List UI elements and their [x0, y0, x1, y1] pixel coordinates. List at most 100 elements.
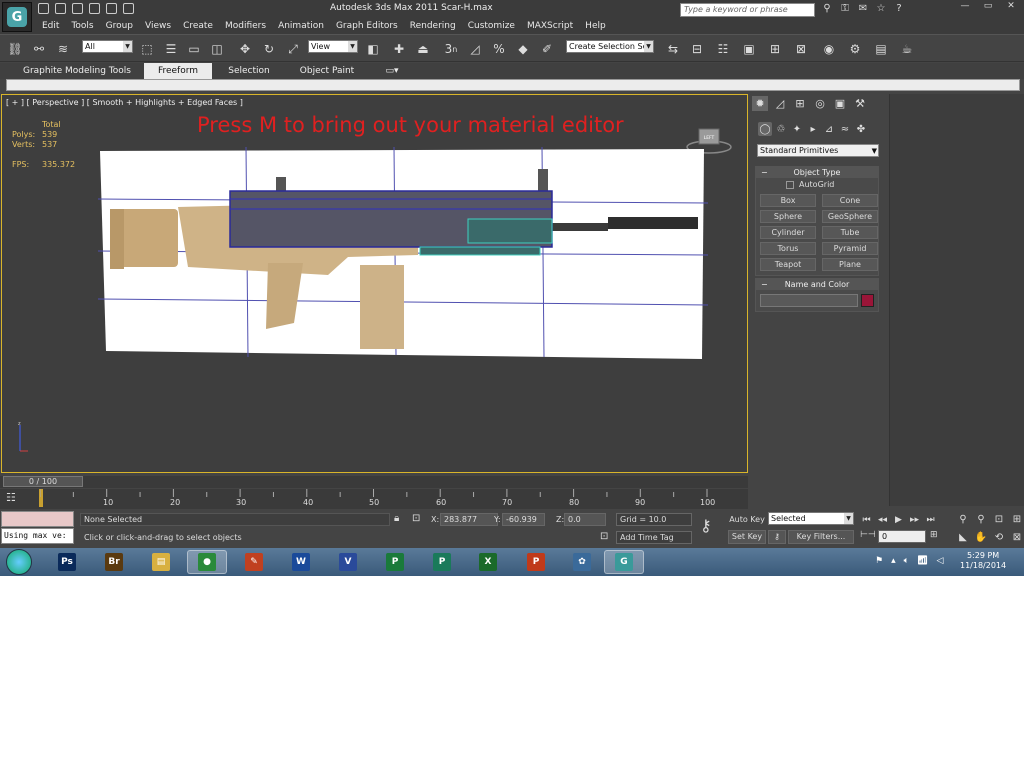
zoom-icon[interactable]: ⚲	[955, 512, 971, 528]
helpers-icon[interactable]: ⊿	[822, 122, 836, 136]
undo-icon[interactable]	[89, 3, 100, 14]
project-folder-icon[interactable]	[123, 3, 134, 14]
ribbon-options-icon[interactable]: ▭▾	[378, 63, 406, 79]
taskbar-chrome[interactable]: ●	[187, 550, 227, 574]
cameras-icon[interactable]: ▸	[806, 122, 820, 136]
spinner-snap-icon[interactable]: ◆	[514, 40, 532, 58]
go-to-start-icon[interactable]: ⏮	[860, 514, 873, 526]
communication-icon[interactable]: ✉	[856, 3, 870, 14]
curve-editor-icon[interactable]: ⊞	[766, 40, 784, 58]
taskbar-explorer[interactable]: ▤	[141, 550, 181, 574]
primitives-dropdown[interactable]: Standard Primitives ▼	[757, 144, 879, 157]
menu-edit[interactable]: Edit	[36, 19, 65, 33]
percent-snap-icon[interactable]: %	[490, 40, 508, 58]
select-and-link-icon[interactable]: ⛓	[6, 40, 24, 58]
reference-coordinate-dropdown[interactable]: View ▼	[308, 40, 358, 53]
taskbar-excel[interactable]: X	[468, 550, 508, 574]
name-and-color-header[interactable]: − Name and Color	[756, 279, 878, 290]
named-selection-dropdown[interactable]: Create Selection Se ▼	[566, 40, 654, 53]
perspective-viewport[interactable]: [ + ] [ Perspective ] [ Smooth + Highlig…	[1, 94, 748, 473]
maximize-viewport-icon[interactable]: ⊠	[1009, 530, 1024, 546]
taskbar-3dsmax[interactable]: G	[604, 550, 644, 574]
menu-maxscript[interactable]: MAXScript	[521, 19, 579, 33]
autogrid-checkbox[interactable]: AutoGrid	[756, 178, 878, 192]
box-button[interactable]: Box	[760, 194, 816, 207]
shapes-icon[interactable]: ♲	[774, 122, 788, 136]
tab-object-paint[interactable]: Object Paint	[292, 63, 362, 79]
subscription-icon[interactable]: ⚿	[838, 3, 852, 14]
minimize-icon[interactable]: —	[955, 0, 975, 12]
select-by-name-icon[interactable]: ☰	[162, 40, 180, 58]
add-time-tag-button[interactable]: Add Time Tag	[616, 531, 692, 544]
select-and-rotate-icon[interactable]: ↻	[260, 40, 278, 58]
new-file-icon[interactable]	[38, 3, 49, 14]
torus-button[interactable]: Torus	[760, 242, 816, 255]
teapot-button[interactable]: Teapot	[760, 258, 816, 271]
menu-help[interactable]: Help	[579, 19, 612, 33]
save-icon[interactable]	[72, 3, 83, 14]
key-filters-button[interactable]: Key Filters...	[788, 530, 854, 544]
render-setup-icon[interactable]: ⚙	[846, 40, 864, 58]
viewport-label[interactable]: [ + ] [ Perspective ] [ Smooth + Highlig…	[6, 98, 243, 107]
graphite-toggle-icon[interactable]: ▣	[740, 40, 758, 58]
display-tab-icon[interactable]: ▣	[832, 96, 848, 111]
create-tab-icon[interactable]: ✹	[752, 96, 768, 111]
snaps-toggle-icon[interactable]: 3n	[442, 40, 460, 58]
object-name-field[interactable]	[760, 294, 859, 307]
y-coordinate-field[interactable]: -60.939	[502, 513, 545, 526]
tab-freeform[interactable]: Freeform	[144, 63, 212, 79]
zoom-all-icon[interactable]: ⚲	[973, 512, 989, 528]
edit-named-selection-icon[interactable]: ✐	[538, 40, 556, 58]
space-warps-icon[interactable]: ≈	[838, 122, 852, 136]
previous-frame-icon[interactable]: ◂◂	[876, 514, 889, 526]
menu-tools[interactable]: Tools	[65, 19, 99, 33]
select-and-scale-icon[interactable]: ⤢	[284, 40, 302, 58]
utilities-tab-icon[interactable]: ⚒	[852, 96, 868, 111]
time-configuration-icon[interactable]: ⊞	[930, 530, 948, 543]
menu-create[interactable]: Create	[177, 19, 219, 33]
play-icon[interactable]: ▶	[892, 514, 905, 526]
geometry-icon[interactable]: ◯	[758, 122, 772, 136]
lock-selection-icon[interactable]: 🔒︎	[394, 513, 399, 524]
modify-tab-icon[interactable]: ◿	[772, 96, 788, 111]
taskbar-clock[interactable]: 5:29 PM 11/18/2014	[960, 551, 1006, 571]
maxscript-listener-input[interactable]: Using max ve:	[1, 528, 74, 544]
material-editor-icon[interactable]: ◉	[820, 40, 838, 58]
time-tag-icon[interactable]: ⊡	[600, 531, 608, 542]
volume-icon[interactable]: ◁	[936, 556, 943, 566]
tube-button[interactable]: Tube	[822, 226, 878, 239]
object-type-header[interactable]: − Object Type	[756, 167, 878, 178]
bind-space-warp-icon[interactable]: ≋	[54, 40, 72, 58]
keyboard-shortcut-override-icon[interactable]: ⏏	[414, 40, 432, 58]
taskbar-powerpoint[interactable]: P	[516, 550, 556, 574]
geosphere-button[interactable]: GeoSphere	[822, 210, 878, 223]
set-key-button[interactable]: Set Key	[728, 530, 766, 544]
key-mode-toggle-icon[interactable]: ⊢⊣	[860, 530, 876, 543]
select-manipulate-icon[interactable]: ✚	[390, 40, 408, 58]
align-icon[interactable]: ⊟	[688, 40, 706, 58]
schematic-view-icon[interactable]: ⊠	[792, 40, 810, 58]
z-coordinate-field[interactable]: 0.0	[564, 513, 606, 526]
open-file-icon[interactable]	[55, 3, 66, 14]
modeled-receiver-mesh[interactable]	[229, 190, 553, 256]
time-slider[interactable]: 0 / 100	[0, 476, 748, 488]
taskbar-visio[interactable]: V	[328, 550, 368, 574]
cone-button[interactable]: Cone	[822, 194, 878, 207]
tab-selection[interactable]: Selection	[218, 63, 280, 79]
next-frame-icon[interactable]: ▸▸	[908, 514, 921, 526]
show-hidden-icons[interactable]: ▴	[891, 556, 896, 566]
maximize-icon[interactable]: ▭	[978, 0, 998, 12]
mini-curve-editor-icon[interactable]: ☷	[6, 491, 22, 505]
auto-key-button[interactable]: Auto Key	[728, 513, 766, 527]
favorites-icon[interactable]: ☆	[874, 3, 888, 14]
start-button[interactable]	[6, 549, 32, 575]
taskbar-word[interactable]: W	[281, 550, 321, 574]
angle-snap-icon[interactable]: ◿	[466, 40, 484, 58]
key-mode-dropdown[interactable]: Selected ▼	[768, 512, 854, 525]
menu-graph-editors[interactable]: Graph Editors	[330, 19, 404, 33]
menu-group[interactable]: Group	[100, 19, 139, 33]
flag-icon[interactable]: ⚑	[875, 556, 883, 566]
sphere-button[interactable]: Sphere	[760, 210, 816, 223]
render-production-icon[interactable]: ☕	[898, 40, 916, 58]
taskbar-publisher[interactable]: P	[422, 550, 462, 574]
